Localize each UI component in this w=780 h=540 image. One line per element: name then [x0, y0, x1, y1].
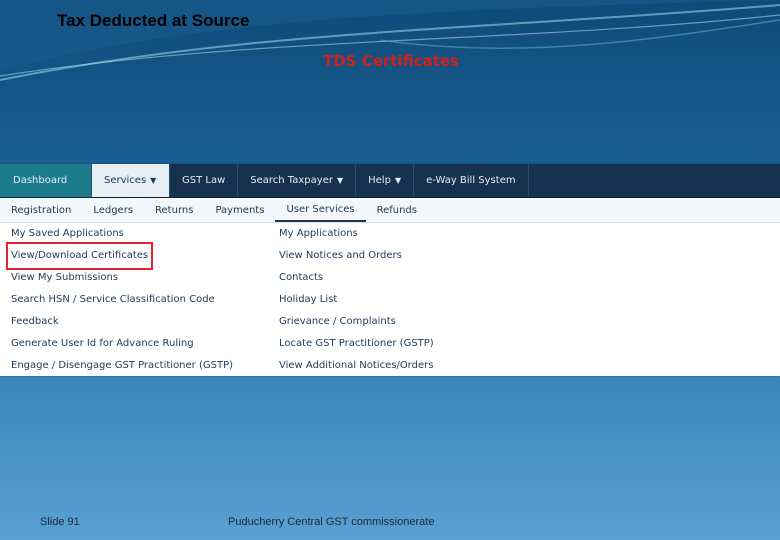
- nav-gst-law-label: GST Law: [182, 175, 226, 186]
- menu-feedback[interactable]: Feedback: [11, 311, 233, 333]
- subnav-returns[interactable]: Returns: [144, 198, 204, 222]
- menu-contacts[interactable]: Contacts: [279, 267, 434, 289]
- nav-help[interactable]: Help ▼: [356, 164, 415, 197]
- slide-footer-text: Puducherry Central GST commissionerate: [228, 516, 435, 528]
- nav-search-taxpayer-label: Search Taxpayer: [250, 175, 333, 186]
- menu-view-download-certificates[interactable]: View/Download Certificates: [5, 242, 154, 270]
- slide-number: Slide 91: [40, 516, 80, 528]
- nav-dashboard[interactable]: Dashboard: [0, 164, 92, 197]
- menu-generate-user-id[interactable]: Generate User Id for Advance Ruling: [11, 333, 233, 355]
- caret-down-icon: ▼: [394, 176, 402, 185]
- menu-grievance-complaints[interactable]: Grievance / Complaints: [279, 311, 434, 333]
- menu-column-right: My Applications View Notices and Orders …: [279, 223, 434, 377]
- menu-holiday-list[interactable]: Holiday List: [279, 289, 434, 311]
- main-navbar: Dashboard Services ▼ GST Law Search Taxpa…: [0, 164, 780, 198]
- subnav-refunds[interactable]: Refunds: [366, 198, 428, 222]
- subnav-user-services[interactable]: User Services: [275, 198, 366, 222]
- slide-title: Tax Deducted at Source: [57, 11, 250, 30]
- caret-down-icon: ▼: [336, 176, 344, 185]
- subnav-payments[interactable]: Payments: [204, 198, 275, 222]
- slide-subtitle: TDS Certificates: [323, 52, 460, 70]
- caret-down-icon: ▼: [150, 176, 157, 185]
- menu-view-notices-orders[interactable]: View Notices and Orders: [279, 245, 434, 267]
- nav-services-label: Services: [104, 175, 147, 186]
- menu-my-applications[interactable]: My Applications: [279, 223, 434, 245]
- nav-dashboard-label: Dashboard: [13, 175, 68, 186]
- nav-eway-bill-label: e-Way Bill System: [426, 175, 516, 186]
- menu-engage-gstp[interactable]: Engage / Disengage GST Practitioner (GST…: [11, 355, 233, 377]
- nav-search-taxpayer[interactable]: Search Taxpayer ▼: [238, 164, 357, 197]
- menu-my-saved-applications[interactable]: My Saved Applications: [11, 223, 233, 245]
- gst-portal-screenshot: Dashboard Services ▼ GST Law Search Taxpa…: [0, 164, 780, 376]
- nav-eway-bill[interactable]: e-Way Bill System: [414, 164, 529, 197]
- services-subnav: Registration Ledgers Returns Payments Us…: [0, 198, 780, 223]
- menu-view-my-submissions[interactable]: View My Submissions: [11, 267, 233, 289]
- nav-gst-law[interactable]: GST Law: [170, 164, 239, 197]
- subnav-registration[interactable]: Registration: [0, 198, 82, 222]
- menu-search-hsn[interactable]: Search HSN / Service Classification Code: [11, 289, 233, 311]
- nav-help-label: Help: [368, 175, 391, 186]
- menu-column-left: My Saved Applications View/Download Cert…: [5, 223, 233, 377]
- user-services-menu: My Saved Applications View/Download Cert…: [0, 223, 780, 377]
- menu-view-additional-notices[interactable]: View Additional Notices/Orders: [279, 355, 434, 377]
- nav-services[interactable]: Services ▼: [92, 164, 170, 197]
- menu-locate-gstp[interactable]: Locate GST Practitioner (GSTP): [279, 333, 434, 355]
- subnav-ledgers[interactable]: Ledgers: [82, 198, 144, 222]
